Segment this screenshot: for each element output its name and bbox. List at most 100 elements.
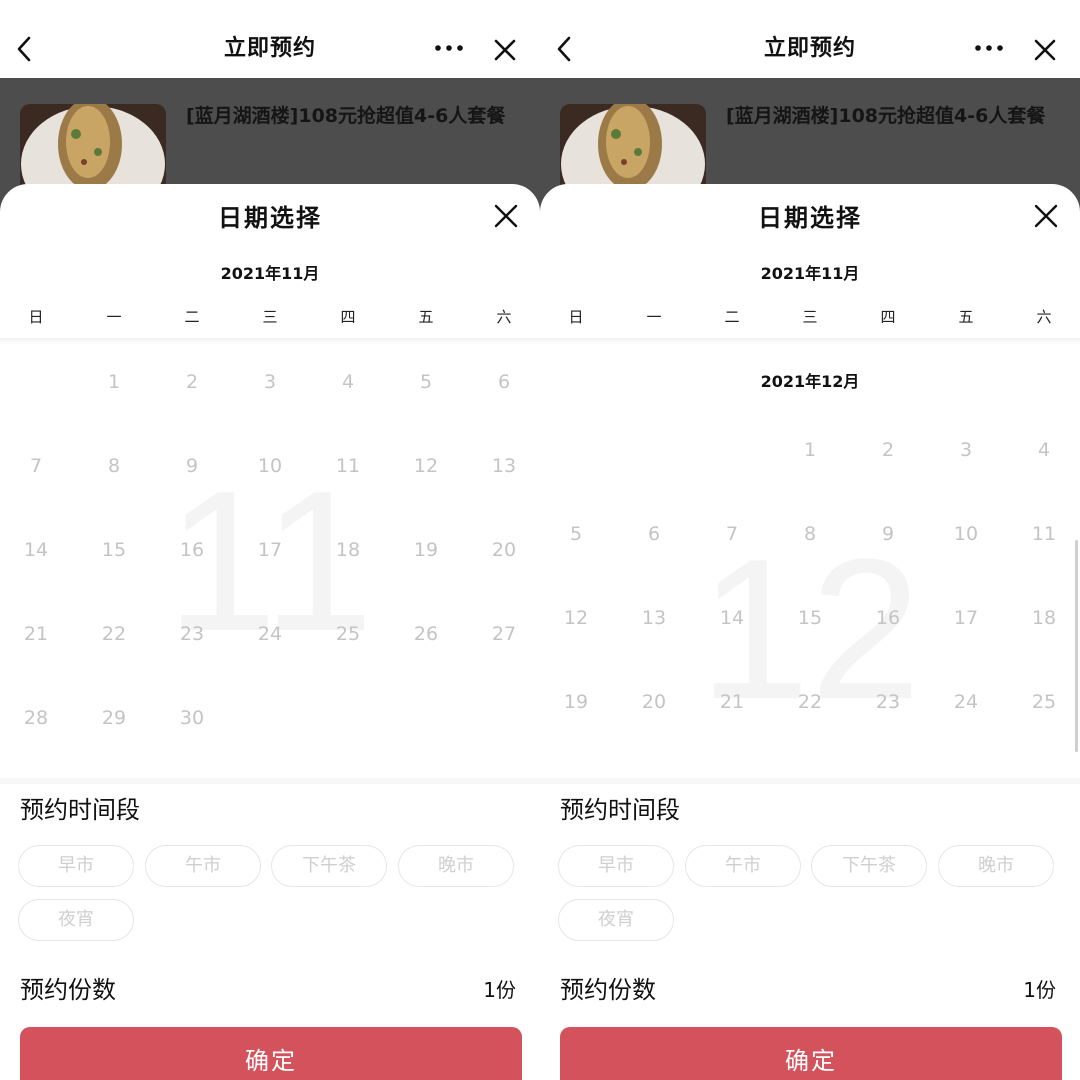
calendar-day[interactable]: 12 (540, 607, 615, 629)
calendar-day[interactable]: 15 (771, 607, 849, 629)
weekday-label: 一 (106, 308, 122, 326)
time-slot-chip[interactable]: 夜宵 (18, 899, 134, 941)
calendar-day[interactable]: 25 (309, 623, 387, 645)
calendar-day[interactable]: 17 (231, 539, 309, 561)
calendar-day[interactable]: 24 (231, 623, 309, 645)
quantity-label: 预约份数 (20, 976, 116, 1004)
calendar-day[interactable]: 21 (0, 623, 75, 645)
calendar-day[interactable]: 6 (465, 371, 540, 393)
screenshot-stage: 立即预约 [蓝月湖酒楼]108元抢超值4-6人套餐 日期选择 2021年11月 … (0, 0, 1080, 1080)
calendar-day[interactable]: 23 (849, 691, 927, 713)
calendar-day[interactable]: 5 (387, 371, 465, 393)
time-slot-chip[interactable]: 午市 (145, 845, 261, 887)
calendar-day[interactable]: 20 (615, 691, 693, 713)
product-title: [蓝月湖酒楼]108元抢超值4-6人套餐 (726, 105, 1046, 127)
calendar-day[interactable]: 18 (309, 539, 387, 561)
calendar-day[interactable]: 21 (693, 691, 771, 713)
calendar-day[interactable]: 20 (465, 539, 540, 561)
current-month-header: 2021年11月 (760, 264, 860, 283)
calendar-day[interactable]: 8 (75, 455, 153, 477)
calendar-day[interactable]: 3 (927, 439, 1005, 461)
weekday-label: 三 (262, 308, 278, 326)
more-dots-icon[interactable] (973, 36, 1007, 60)
calendar-day[interactable]: 2 (849, 439, 927, 461)
weekday-label: 六 (1036, 308, 1052, 326)
time-slot-chip[interactable]: 晚市 (398, 845, 514, 887)
calendar-day[interactable]: 9 (849, 523, 927, 545)
weekday-label: 五 (958, 308, 974, 326)
calendar-day[interactable]: 14 (0, 539, 75, 561)
calendar-day[interactable]: 24 (927, 691, 1005, 713)
calendar-day[interactable]: 8 (771, 523, 849, 545)
calendar-day[interactable]: 1 (771, 439, 849, 461)
calendar-day[interactable]: 3 (231, 371, 309, 393)
time-slot-chip[interactable]: 下午茶 (811, 845, 927, 887)
calendar-day[interactable]: 11 (309, 455, 387, 477)
calendar-day[interactable]: 13 (465, 455, 540, 477)
sheet-title: 日期选择 (218, 204, 322, 232)
calendar-day[interactable]: 7 (693, 523, 771, 545)
calendar-day[interactable]: 18 (1005, 607, 1080, 629)
weekday-label: 二 (724, 308, 740, 326)
confirm-button[interactable]: 确定 (560, 1027, 1062, 1080)
quantity-value[interactable]: 1份 (1023, 974, 1056, 1003)
quantity-value[interactable]: 1份 (483, 974, 516, 1003)
weekday-row: 日 一 二 三 四 五 六 (540, 306, 1080, 342)
calendar-day[interactable]: 28 (0, 707, 75, 729)
nav-bar: 立即预约 (0, 0, 540, 80)
calendar-day[interactable]: 16 (849, 607, 927, 629)
calendar-day[interactable]: 29 (75, 707, 153, 729)
calendar-grid[interactable]: 12 2021年12月 1 2 3 4 5 6 7 8 9 10 11 12 13 14 15 16 17 18 1… (540, 342, 1080, 778)
calendar-day[interactable]: 10 (927, 523, 1005, 545)
calendar-day[interactable]: 19 (540, 691, 615, 713)
calendar-day[interactable]: 11 (1005, 523, 1080, 545)
time-slot-chip[interactable]: 下午茶 (271, 845, 387, 887)
calendar-day[interactable]: 4 (1005, 439, 1080, 461)
product-thumbnail (560, 104, 706, 194)
more-dots-icon[interactable] (433, 36, 467, 60)
calendar-day[interactable]: 17 (927, 607, 1005, 629)
calendar-scrollbar[interactable] (1075, 540, 1078, 752)
sheet-close-icon[interactable] (1033, 203, 1059, 229)
weekday-label: 四 (340, 308, 356, 326)
calendar-day[interactable]: 15 (75, 539, 153, 561)
time-slot-chip[interactable]: 晚市 (938, 845, 1054, 887)
calendar-grid[interactable]: 11 1 2 3 4 5 6 7 8 9 10 11 12 13 14 15 16 17 18 19 20 21 22 23… (0, 342, 540, 778)
calendar-day[interactable]: 30 (153, 707, 231, 729)
calendar-day[interactable]: 25 (1005, 691, 1080, 713)
time-slot-chip[interactable]: 午市 (685, 845, 801, 887)
calendar-day[interactable]: 10 (231, 455, 309, 477)
calendar-day[interactable]: 12 (387, 455, 465, 477)
calendar-day[interactable]: 27 (465, 623, 540, 645)
calendar-day[interactable]: 1 (75, 371, 153, 393)
product-thumbnail (20, 104, 166, 194)
right-screen: 立即预约 [蓝月湖酒楼]108元抢超值4-6人套餐 日期选择 2021年11月 … (540, 0, 1080, 1080)
calendar-day[interactable]: 13 (615, 607, 693, 629)
close-icon[interactable] (492, 37, 518, 63)
quantity-label: 预约份数 (560, 976, 656, 1004)
confirm-button[interactable]: 确定 (20, 1027, 522, 1080)
time-slot-chip[interactable]: 早市 (558, 845, 674, 887)
calendar-day[interactable]: 4 (309, 371, 387, 393)
time-slot-chip[interactable]: 夜宵 (558, 899, 674, 941)
sheet-close-icon[interactable] (493, 203, 519, 229)
close-icon[interactable] (1032, 37, 1058, 63)
calendar-day[interactable]: 22 (75, 623, 153, 645)
weekday-label: 五 (418, 308, 434, 326)
calendar-day[interactable]: 9 (153, 455, 231, 477)
time-slot-label: 预约时间段 (560, 796, 680, 824)
weekday-label: 日 (28, 308, 44, 326)
calendar-day[interactable]: 22 (771, 691, 849, 713)
weekday-label: 二 (184, 308, 200, 326)
calendar-day[interactable]: 2 (153, 371, 231, 393)
calendar-day[interactable]: 26 (387, 623, 465, 645)
calendar-day[interactable]: 7 (0, 455, 75, 477)
calendar-day[interactable]: 19 (387, 539, 465, 561)
calendar-day[interactable]: 6 (615, 523, 693, 545)
calendar-day[interactable]: 5 (540, 523, 615, 545)
nav-bar: 立即预约 (540, 0, 1080, 80)
time-slot-chip[interactable]: 早市 (18, 845, 134, 887)
calendar-day[interactable]: 16 (153, 539, 231, 561)
calendar-day[interactable]: 14 (693, 607, 771, 629)
calendar-day[interactable]: 23 (153, 623, 231, 645)
